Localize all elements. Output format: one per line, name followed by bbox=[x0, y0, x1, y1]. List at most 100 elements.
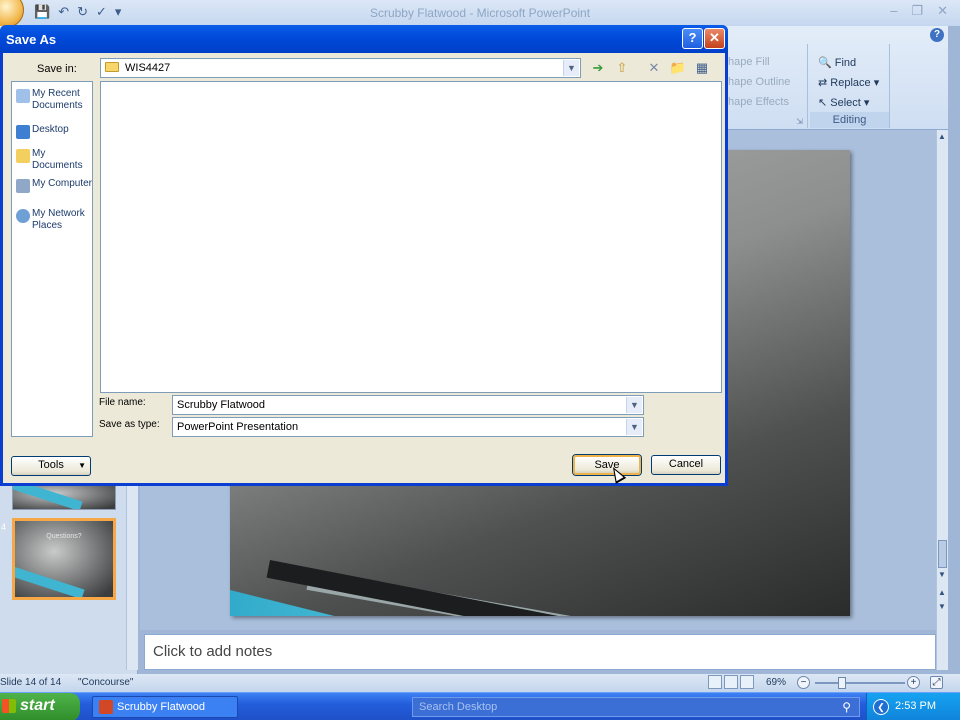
replace-icon: ⇄ bbox=[818, 77, 831, 89]
save-as-dialog: Save As ? ✕ Save in: WIS4427 ▼ ➔ ⇧ ✕ 📁 ▦… bbox=[0, 25, 728, 486]
powerpoint-icon bbox=[99, 700, 113, 714]
replace-label: Replace bbox=[830, 77, 871, 89]
file-name-value: Scrubby Flatwood bbox=[177, 399, 266, 411]
zoom-level[interactable]: 69% bbox=[766, 677, 786, 688]
dialog-title: Save As bbox=[6, 32, 57, 47]
window-controls: – ❐ ✕ bbox=[890, 3, 948, 19]
scroll-thumb[interactable] bbox=[938, 540, 947, 568]
normal-view-icon[interactable] bbox=[708, 675, 722, 689]
previous-slide-icon[interactable]: ▲ bbox=[938, 588, 946, 597]
taskbar: start Scrubby Flatwood Search Desktop ⚲ … bbox=[0, 692, 960, 720]
drawing-group: hape Fill hape Outline hape Effects ⇲ bbox=[720, 44, 808, 128]
taskbar-item-label: Scrubby Flatwood bbox=[117, 701, 206, 713]
dialog-help-button[interactable]: ? bbox=[682, 28, 703, 49]
slide-vertical-scrollbar[interactable]: ▲ ▼ ▲ ▼ bbox=[936, 130, 948, 670]
scroll-down-icon[interactable]: ▼ bbox=[938, 570, 946, 579]
zoom-slider-handle[interactable] bbox=[838, 677, 846, 689]
restore-icon[interactable]: ❐ bbox=[911, 3, 923, 19]
thumbnail-stripe bbox=[13, 483, 83, 509]
app-title-bar: 💾 ↶ ↻ ✓ ▾ Scrubby Flatwood - Microsoft P… bbox=[0, 0, 960, 28]
place-label: My Computer bbox=[32, 178, 93, 189]
my-documents-icon bbox=[16, 149, 30, 163]
desktop-icon bbox=[16, 125, 30, 139]
save-in-value: WIS4427 bbox=[125, 62, 171, 74]
save-in-dropdown[interactable]: WIS4427 ▼ bbox=[100, 58, 581, 78]
editing-group-label: Editing bbox=[810, 112, 889, 128]
save-as-type-label: Save as type: bbox=[99, 419, 160, 430]
zoom-slider[interactable] bbox=[815, 682, 905, 684]
folder-icon bbox=[105, 62, 119, 72]
help-icon[interactable]: ? bbox=[930, 28, 944, 42]
scroll-up-icon[interactable]: ▲ bbox=[938, 132, 946, 141]
shape-effects-button[interactable]: hape Effects bbox=[728, 96, 789, 108]
dialog-close-button[interactable]: ✕ bbox=[704, 28, 725, 49]
search-icon[interactable]: ⚲ bbox=[842, 700, 851, 714]
place-my-documents[interactable]: My Documents bbox=[14, 148, 94, 172]
save-button[interactable]: Save bbox=[573, 455, 641, 475]
file-list[interactable] bbox=[100, 81, 722, 393]
zoom-in-icon[interactable]: + bbox=[907, 676, 920, 689]
select-arrow-icon: ↖ bbox=[818, 97, 831, 109]
minimize-icon[interactable]: – bbox=[890, 3, 897, 19]
dialog-launcher-icon[interactable]: ⇲ bbox=[796, 117, 803, 126]
slide-sorter-icon[interactable] bbox=[724, 675, 738, 689]
network-places-icon bbox=[16, 209, 30, 223]
desktop-search-input[interactable]: Search Desktop ⚲ bbox=[412, 697, 860, 717]
cancel-button[interactable]: Cancel bbox=[651, 455, 721, 475]
next-slide-icon[interactable]: ▼ bbox=[938, 602, 946, 611]
file-name-input[interactable]: Scrubby Flatwood ▼ bbox=[172, 395, 644, 415]
taskbar-item-powerpoint[interactable]: Scrubby Flatwood bbox=[92, 696, 238, 718]
start-button[interactable]: start bbox=[0, 693, 80, 720]
slide-thumbnail[interactable] bbox=[12, 482, 116, 510]
place-label: My Documents bbox=[32, 148, 83, 171]
up-folder-icon[interactable]: ⇧ bbox=[613, 59, 631, 77]
find-button[interactable]: 🔍 Find bbox=[818, 56, 856, 69]
chevron-down-icon[interactable]: ▼ bbox=[563, 60, 579, 76]
tray-expand-icon[interactable]: ❮ bbox=[873, 699, 889, 715]
place-my-computer[interactable]: My Computer bbox=[14, 178, 94, 193]
slide-count: Slide 14 of 14 bbox=[0, 677, 62, 688]
close-icon[interactable]: ✕ bbox=[937, 3, 948, 19]
place-network-places[interactable]: My Network Places bbox=[14, 208, 94, 232]
system-tray: ❮ 2:53 PM bbox=[866, 693, 960, 720]
tools-label: Tools bbox=[38, 459, 64, 471]
binoculars-icon: 🔍 bbox=[818, 57, 835, 69]
replace-button[interactable]: ⇄ Replace ▾ bbox=[818, 76, 879, 89]
save-in-label: Save in: bbox=[37, 63, 77, 75]
select-button[interactable]: ↖ Select ▾ bbox=[818, 96, 869, 109]
view-buttons bbox=[708, 675, 754, 689]
back-icon[interactable]: ➔ bbox=[589, 59, 607, 77]
new-folder-icon[interactable]: 📁 bbox=[669, 59, 687, 77]
notes-pane[interactable]: Click to add notes bbox=[144, 634, 936, 670]
place-recent-documents[interactable]: My Recent Documents bbox=[14, 88, 94, 112]
place-label: My Recent Documents bbox=[32, 88, 83, 111]
chevron-down-icon[interactable]: ▼ bbox=[626, 397, 642, 413]
find-label: Find bbox=[834, 57, 857, 69]
chevron-down-icon[interactable]: ▼ bbox=[626, 419, 642, 435]
theme-name: "Concourse" bbox=[78, 677, 134, 688]
zoom-out-icon[interactable]: − bbox=[797, 676, 810, 689]
shape-fill-button[interactable]: hape Fill bbox=[728, 56, 770, 68]
fit-to-window-icon[interactable]: ⤢ bbox=[930, 676, 943, 689]
clock: 2:53 PM bbox=[895, 700, 936, 712]
selected-slide-thumbnail[interactable]: Questions? bbox=[12, 518, 116, 600]
dialog-title-bar: Save As ? ✕ bbox=[0, 25, 728, 53]
tools-button[interactable]: Tools ▼ bbox=[11, 456, 91, 476]
place-desktop[interactable]: Desktop bbox=[14, 124, 94, 139]
slideshow-icon[interactable] bbox=[740, 675, 754, 689]
start-label: start bbox=[20, 697, 55, 714]
thumbnail-title: Questions? bbox=[46, 533, 82, 540]
dialog-toolbar: ➔ ⇧ ✕ 📁 ▦ bbox=[589, 59, 711, 77]
save-as-type-value: PowerPoint Presentation bbox=[177, 421, 299, 433]
views-icon[interactable]: ▦ bbox=[693, 59, 711, 77]
file-name-label: File name: bbox=[99, 397, 146, 408]
shape-outline-button[interactable]: hape Outline bbox=[728, 76, 790, 88]
search-placeholder: Search Desktop bbox=[419, 701, 498, 713]
select-label: Select bbox=[830, 97, 861, 109]
save-as-type-dropdown[interactable]: PowerPoint Presentation ▼ bbox=[172, 417, 644, 437]
place-label: Desktop bbox=[32, 124, 69, 135]
windows-logo-icon bbox=[2, 699, 16, 713]
my-computer-icon bbox=[16, 179, 30, 193]
recent-documents-icon bbox=[16, 89, 30, 103]
delete-icon[interactable]: ✕ bbox=[645, 59, 663, 77]
